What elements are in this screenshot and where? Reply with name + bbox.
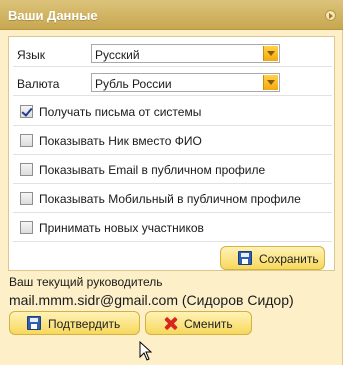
settings-box: Язык Русский Валюта Рубль России Получат… [8, 36, 335, 271]
user-data-panel: Ваши Данные Язык Русский Валюта Рубль Ро… [0, 0, 343, 365]
confirm-button-label: Подтвердить [48, 317, 121, 331]
language-row: Язык Русский [13, 41, 332, 67]
show-email-label[interactable]: Показывать Email в публичном профиле [39, 163, 265, 177]
option-row-receive-emails: Получать письма от системы [13, 97, 332, 126]
floppy-disk-icon [238, 251, 252, 265]
show-nick-checkbox[interactable] [20, 134, 33, 147]
save-button[interactable]: Сохранить [220, 246, 325, 270]
panel-title: Ваши Данные [8, 8, 98, 23]
mouse-cursor-icon [139, 341, 153, 361]
receive-emails-label[interactable]: Получать письма от системы [39, 105, 201, 119]
accept-members-checkbox[interactable] [20, 221, 33, 234]
supervisor-value: mail.mmm.sidr@gmail.com (Сидоров Сидор) [9, 292, 294, 308]
floppy-disk-icon [27, 316, 41, 330]
collapse-arrow-icon[interactable] [325, 10, 336, 21]
chevron-down-icon[interactable] [263, 46, 278, 61]
currency-label: Валюта [17, 77, 60, 91]
supervisor-heading: Ваш текущий руководитель [9, 275, 163, 289]
change-button-label: Сменить [184, 317, 233, 331]
currency-row: Валюта Рубль России [13, 70, 332, 96]
currency-select[interactable]: Рубль России [91, 73, 280, 92]
show-mobile-label[interactable]: Показывать Мобильный в публичном профиле [39, 192, 301, 206]
option-row-accept-members: Принимать новых участников [13, 213, 332, 242]
language-label: Язык [17, 48, 46, 62]
language-select-value: Русский [95, 48, 140, 62]
save-button-label: Сохранить [259, 252, 319, 266]
option-row-show-email: Показывать Email в публичном профиле [13, 155, 332, 184]
show-mobile-checkbox[interactable] [20, 192, 33, 205]
change-button[interactable]: Сменить [145, 311, 252, 335]
show-email-checkbox[interactable] [20, 163, 33, 176]
currency-select-value: Рубль России [95, 77, 172, 91]
show-nick-label[interactable]: Показывать Ник вместо ФИО [39, 134, 202, 148]
panel-titlebar: Ваши Данные [0, 0, 343, 30]
receive-emails-checkbox[interactable] [20, 105, 33, 118]
close-icon [163, 316, 178, 331]
language-select[interactable]: Русский [91, 44, 280, 63]
option-row-show-nick: Показывать Ник вместо ФИО [13, 126, 332, 155]
accept-members-label[interactable]: Принимать новых участников [39, 221, 204, 235]
confirm-button[interactable]: Подтвердить [9, 311, 140, 335]
chevron-down-icon[interactable] [263, 75, 278, 90]
option-row-show-mobile: Показывать Мобильный в публичном профиле [13, 184, 332, 213]
